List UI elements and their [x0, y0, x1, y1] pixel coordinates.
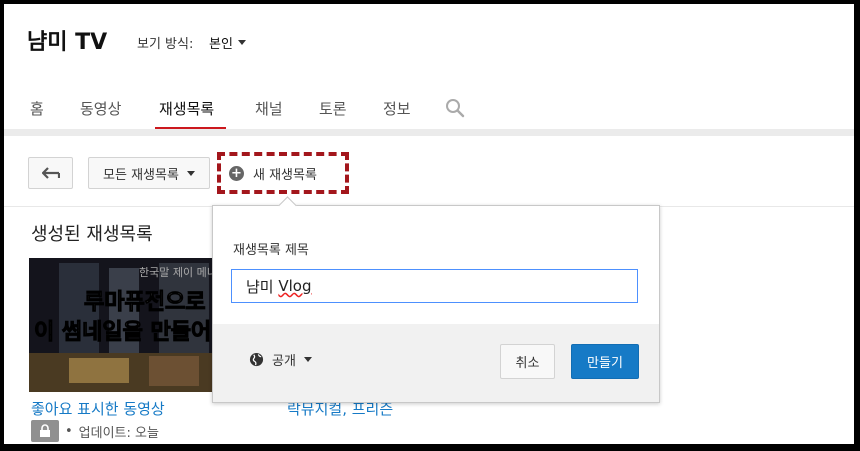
channel-title: 냠미 TV: [27, 30, 108, 55]
view-as-dropdown[interactable]: 본인: [209, 33, 246, 52]
playlist-toolbar: 모든 재생목록 + 새 재생목록: [4, 136, 854, 207]
view-as-value: 본인: [209, 37, 233, 52]
privacy-dropdown[interactable]: 공개: [249, 350, 312, 369]
thumbnail-caption-top: 한국말 제이 메니: [139, 266, 217, 279]
new-playlist-label: 새 재생목록: [253, 167, 317, 183]
all-playlists-label: 모든 재생목록: [103, 167, 179, 183]
page-frame: 냠미 TV 보기 방식: 본인 홈 동영상 재생목록 채널 토론 정보 모든 재: [4, 4, 854, 444]
new-playlist-button[interactable]: + 새 재생목록: [229, 158, 317, 188]
new-playlist-popup: 재생목록 제목 냠미 Vlog 공개 취소 만들기: [212, 196, 660, 403]
thumbnail-caption-2: 이 썸네일을 만들어: [33, 320, 212, 346]
chevron-down-icon: [186, 170, 195, 176]
add-circle-icon: +: [229, 165, 244, 181]
view-as-label: 보기 방식:: [137, 37, 194, 52]
globe-icon: [249, 352, 264, 367]
cancel-button[interactable]: 취소: [500, 344, 555, 379]
all-playlists-dropdown[interactable]: 모든 재생목록: [88, 157, 210, 189]
playlist-title-input[interactable]: 냠미 Vlog: [231, 269, 638, 303]
liked-videos-link[interactable]: 좋아요 표시한 동영상: [31, 398, 165, 419]
liked-videos-meta: • 업데이트: 오늘: [31, 420, 159, 442]
tab-playlists[interactable]: 재생목록: [159, 98, 214, 119]
bullet-separator: •: [65, 423, 73, 439]
header-divider: [4, 129, 854, 136]
chevron-down-icon: [303, 357, 312, 362]
back-arrow-icon: [41, 167, 60, 179]
privacy-label: 공개: [272, 354, 296, 369]
input-value-prefix: 냠미: [246, 277, 279, 296]
lock-icon: [31, 420, 59, 442]
chevron-down-icon: [237, 40, 246, 45]
new-playlist-highlight: + 새 재생목록: [217, 152, 349, 194]
tab-videos[interactable]: 동영상: [80, 98, 121, 119]
back-button[interactable]: [28, 157, 73, 189]
input-value-spellcheck: Vlog: [278, 277, 312, 295]
update-text: 업데이트: 오늘: [78, 425, 159, 441]
playlist-title-label: 재생목록 제목: [233, 243, 309, 258]
tab-discussion[interactable]: 토론: [319, 98, 347, 119]
thumbnail-caption-1: 루마퓨전으로: [83, 290, 206, 316]
tab-about[interactable]: 정보: [383, 98, 411, 119]
create-button[interactable]: 만들기: [571, 344, 639, 379]
tab-home[interactable]: 홈: [30, 98, 44, 119]
popup-footer: 공개 취소 만들기: [213, 324, 659, 402]
tab-channels[interactable]: 채널: [255, 98, 283, 119]
section-title: 생성된 재생목록: [31, 224, 153, 245]
playlist-thumbnail[interactable]: 한국말 제이 메니 루마퓨전으로 이 썸네일을 만들어: [29, 258, 222, 392]
channel-header: 냠미 TV 보기 방식: 본인 홈 동영상 재생목록 채널 토론 정보: [4, 4, 854, 130]
search-icon[interactable]: [445, 98, 465, 118]
